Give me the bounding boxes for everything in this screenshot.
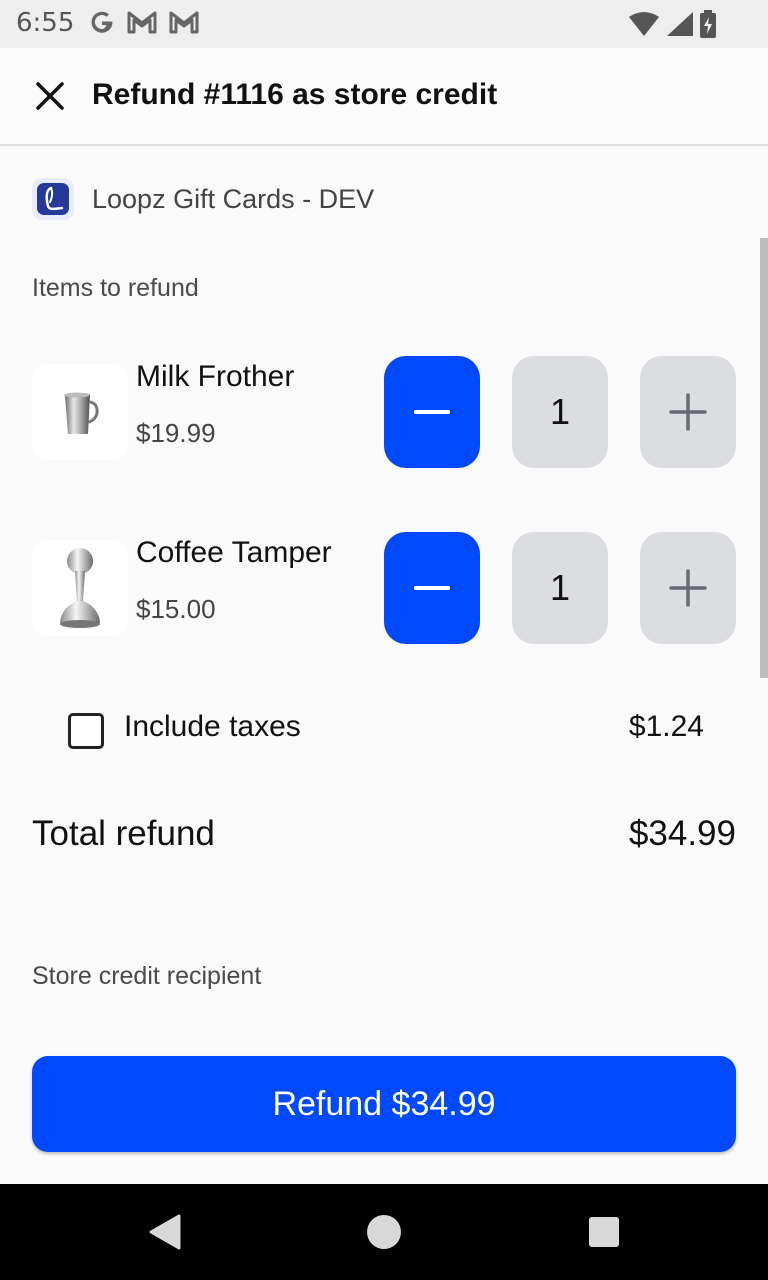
back-button[interactable]: [144, 1212, 184, 1252]
include-taxes-label: Include taxes: [124, 710, 301, 743]
notification-icons: [88, 8, 200, 36]
minus-icon: [414, 586, 450, 590]
increase-quantity-button[interactable]: [640, 356, 736, 468]
milk-frother-image: [32, 364, 128, 460]
google-icon: [91, 11, 113, 33]
refund-button[interactable]: Refund $34.99: [32, 1056, 736, 1152]
app-bar: Refund #1116 as store credit: [0, 48, 768, 146]
back-icon: [149, 1214, 181, 1250]
wifi-icon: [629, 12, 659, 36]
recents-button[interactable]: [584, 1212, 624, 1252]
coffee-tamper-image: [32, 540, 128, 636]
plus-icon: [669, 569, 707, 607]
home-icon: [367, 1215, 401, 1249]
scrollbar[interactable]: [760, 238, 768, 678]
include-taxes-row: Include taxes $1.24: [68, 708, 704, 752]
decrease-quantity-button[interactable]: [384, 532, 480, 644]
items-section-label: Items to refund: [32, 274, 199, 302]
item-name: Coffee Tamper: [136, 536, 332, 569]
signal-icon: [667, 12, 693, 36]
tax-amount: $1.24: [628, 710, 704, 743]
plus-icon: [669, 393, 707, 431]
battery-icon: [700, 10, 716, 38]
recipient-section-label: Store credit recipient: [32, 962, 262, 990]
quantity-value: 1: [512, 532, 608, 644]
quantity-value: 1: [512, 356, 608, 468]
status-time: 6:55: [16, 8, 75, 38]
list-item: Coffee Tamper $15.00 1: [32, 532, 736, 644]
item-price: $19.99: [136, 418, 216, 448]
increase-quantity-button[interactable]: [640, 532, 736, 644]
list-item: Milk Frother $19.99 1: [32, 356, 736, 468]
include-taxes-checkbox[interactable]: [68, 713, 104, 749]
close-button[interactable]: [26, 72, 74, 120]
total-refund-label: Total refund: [32, 814, 215, 853]
gmail-icon: [169, 11, 199, 34]
home-button[interactable]: [364, 1212, 404, 1252]
page-title: Refund #1116 as store credit: [92, 78, 498, 111]
system-icons: [628, 10, 716, 38]
store-row: Loopz Gift Cards - DEV: [32, 178, 374, 220]
decrease-quantity-button[interactable]: [384, 356, 480, 468]
status-bar: 6:55: [0, 0, 768, 48]
gmail-icon: [127, 11, 157, 34]
close-icon: [36, 82, 64, 110]
recents-icon: [589, 1217, 619, 1247]
total-refund-amount: $34.99: [628, 814, 736, 853]
item-price: $15.00: [136, 594, 216, 624]
minus-icon: [414, 410, 450, 414]
navigation-bar: [0, 1184, 768, 1280]
item-name: Milk Frother: [136, 360, 295, 393]
loopz-logo-icon: [32, 178, 74, 220]
store-name: Loopz Gift Cards - DEV: [92, 183, 375, 214]
